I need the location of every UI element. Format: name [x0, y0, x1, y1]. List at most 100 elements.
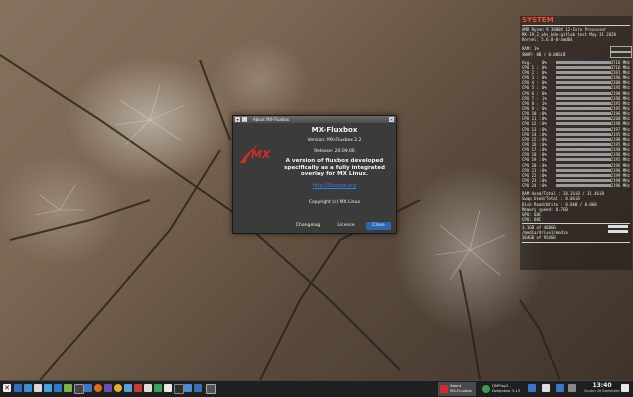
cpu-usage-bar: [556, 158, 611, 162]
about-dialog: ▾ _ About MX-Fluxbox × MX MX-Fluxbox Ver…: [232, 115, 397, 234]
cpu-usage-bar: [556, 143, 611, 146]
tray-volume-icon[interactable]: [542, 384, 550, 392]
settings-icon[interactable]: [54, 384, 62, 392]
app-description: A version of fluxbox developed specifica…: [273, 158, 396, 178]
tools-icon[interactable]: [84, 384, 92, 392]
cpu-percent: 0%: [542, 183, 547, 189]
clock-date: Sunday 06 September: [584, 389, 620, 393]
conky-disk-row: 364GB of 954GB: [520, 235, 632, 240]
app-name: MX-Fluxbox: [311, 126, 358, 134]
conky-disk-bar: [608, 225, 628, 229]
game-icon[interactable]: [154, 384, 162, 392]
conky-divider: [522, 241, 630, 243]
cpu-usage-bar: [556, 107, 611, 111]
conky-cpu-list: Avg. 0% 3716 MHz CPU 1 :0% 3716 MHz CPU 2 :0%…: [520, 60, 632, 189]
cpu-usage-bar: [556, 91, 611, 95]
cpu-usage-bar: [556, 60, 611, 64]
copyright-text: Copyright (c) MX Linux: [308, 200, 361, 205]
logout-icon[interactable]: [621, 384, 629, 392]
cpu-usage-bar: [556, 112, 611, 116]
play-icon[interactable]: [174, 384, 184, 394]
taskbar: ✕ About MX-Fluxbox QMPlay2 - Dziejakso 3…: [0, 380, 633, 397]
file-manager-icon[interactable]: [14, 384, 22, 392]
cpu-usage-bar: [556, 153, 611, 157]
terminal-icon[interactable]: [24, 384, 32, 392]
network-icon[interactable]: [124, 384, 132, 392]
dialog-title: About MX-Fluxbox: [253, 117, 290, 122]
tray-network-icon[interactable]: [528, 384, 536, 392]
app-release: Release: 20.09.06: [314, 149, 355, 154]
software-icon[interactable]: [44, 384, 52, 392]
dialog-body: MX MX-Fluxbox Version: MX-Fluxbox 2.2 Re…: [233, 123, 396, 233]
tray-clipboard-icon[interactable]: [568, 384, 576, 392]
task-label: About MX-Fluxbox: [450, 383, 472, 393]
minimize-icon[interactable]: _: [242, 117, 247, 122]
mx-menu-icon[interactable]: ✕: [3, 384, 11, 392]
cpu-usage-bar: [556, 184, 611, 188]
cpu-usage-bar: [556, 178, 611, 182]
cpu-usage-bar: [556, 148, 611, 152]
document-icon[interactable]: [144, 384, 152, 392]
cpu-usage-bar: [556, 71, 611, 75]
weather-icon[interactable]: [114, 384, 122, 392]
text-editor-icon[interactable]: [34, 384, 42, 392]
cpu-usage-bar: [556, 86, 611, 90]
conky-swap-bar: [610, 51, 632, 58]
conky-cpu-temp: CPU: 60C: [522, 217, 542, 223]
description-line: A version of fluxbox developed: [285, 158, 384, 164]
task-qmplay2[interactable]: QMPlay2 - Dziejakso 3-13: [480, 382, 520, 396]
cpu-frequency: 2196 MHz: [610, 183, 630, 189]
cpu-usage-bar: [556, 168, 611, 172]
dialog-titlebar[interactable]: ▾ _ About MX-Fluxbox ×: [233, 116, 396, 123]
task-label: QMPlay2 - Dziejakso 3-13: [492, 383, 521, 393]
cpu-usage-bar: [556, 81, 611, 85]
tray-updates-icon[interactable]: [556, 384, 564, 392]
website-link[interactable]: http://fluxbox.org: [273, 183, 396, 189]
conky-swap-label: SWAP: 0B / 0.00GiB: [522, 51, 566, 57]
cpu-usage-bar: [556, 65, 611, 69]
cpu-usage-bar: [556, 132, 611, 136]
conky-divider: [522, 223, 630, 225]
cpu-usage-bar: [556, 122, 611, 126]
clock-time[interactable]: 13:40: [590, 382, 614, 389]
cpu-usage-bar: [556, 96, 611, 100]
task-label-line: Dziejakso 3-13: [492, 387, 521, 393]
conky-divider: [522, 25, 630, 26]
conky-swap-row: SWAP: 0B / 0.00GiB: [520, 51, 632, 58]
media-icon[interactable]: [104, 384, 112, 392]
qmplay2-icon: [482, 385, 490, 393]
cpu-usage-bar: [556, 137, 611, 141]
close-button[interactable]: Close: [366, 222, 391, 230]
window-menu-icon[interactable]: ▾: [235, 117, 240, 122]
conky-disk-bar: [608, 230, 628, 234]
cpu-usage-bar: [556, 163, 611, 167]
conky-cpu-row: CPU 24 :0% 2196 MHz: [520, 183, 632, 188]
close-window-icon[interactable]: ×: [389, 117, 394, 122]
app-icon[interactable]: [134, 384, 142, 392]
cpu-usage-bar: [556, 127, 611, 131]
conky-system-monitor: SYSTEM AMD Ryzen 9 3900X 12-Core Process…: [520, 16, 632, 270]
updater-icon[interactable]: [64, 384, 72, 392]
conky-title: SYSTEM: [522, 16, 554, 24]
browser-icon[interactable]: [184, 384, 192, 392]
cpu-usage-bar: [556, 173, 611, 177]
conky-disk-label: 364GB of 954GB: [522, 235, 556, 241]
workspaces-icon[interactable]: [206, 384, 216, 394]
description-line: specifically as a fully integrated: [283, 164, 386, 171]
cpu-usage-bar: [556, 117, 611, 121]
changelog-button[interactable]: Changelog: [293, 222, 323, 230]
app-version: Version: MX-Fluxbox 2.2: [307, 138, 362, 143]
mx-app-icon: [440, 385, 448, 393]
task-label-line: MX-Fluxbox: [450, 387, 472, 393]
license-button[interactable]: License: [333, 222, 359, 230]
cpu-usage-bar: [556, 76, 611, 80]
task-about-mx-fluxbox[interactable]: About MX-Fluxbox: [438, 382, 476, 396]
firefox-icon[interactable]: [94, 384, 102, 392]
description-line: overlay for MX Linux.: [300, 171, 369, 178]
desktop-icon[interactable]: [194, 384, 202, 392]
cpu-usage-bar: [556, 101, 611, 105]
monitor-icon[interactable]: [74, 384, 84, 394]
cpu-label: CPU 24 :: [522, 183, 542, 189]
svg-text:MX: MX: [251, 148, 271, 161]
calendar-icon[interactable]: [164, 384, 172, 392]
